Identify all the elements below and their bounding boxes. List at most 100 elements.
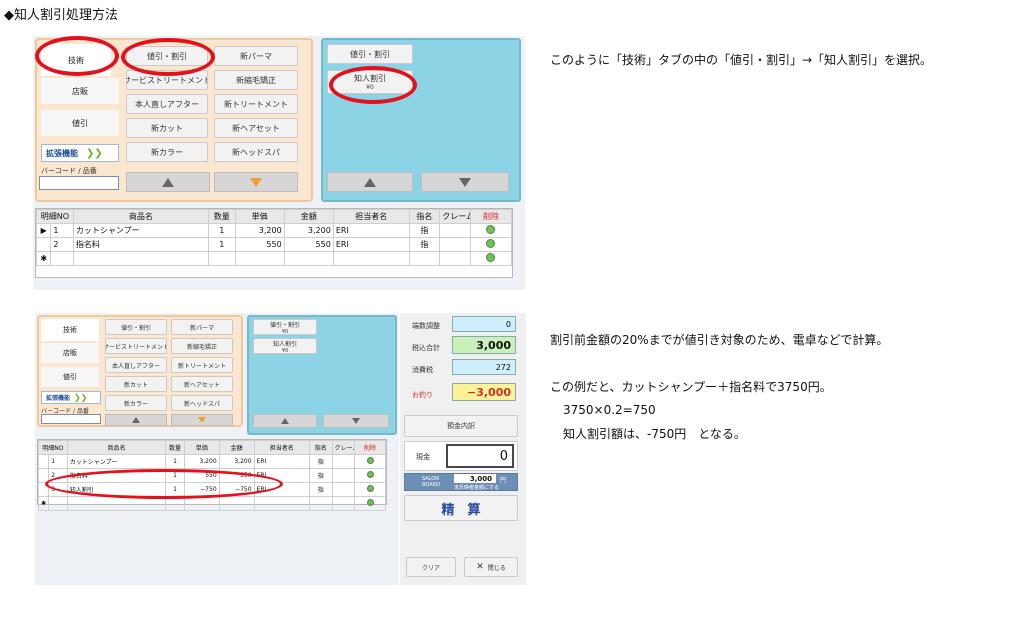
salon-board-unit: 円 xyxy=(500,477,507,484)
menu-button-straightening[interactable]: 新縮毛矯正 xyxy=(214,70,298,90)
delete-button[interactable] xyxy=(469,251,513,266)
tab-gijutsu[interactable]: 技術 xyxy=(41,319,99,341)
tab-tenpan[interactable]: 店販 xyxy=(41,78,119,104)
extension-button[interactable]: 拡張機能 ❯❯ xyxy=(41,391,101,404)
page-down-button[interactable] xyxy=(214,172,298,192)
close-button[interactable]: ✕ 閉じる xyxy=(464,557,518,577)
delete-button[interactable] xyxy=(469,223,513,238)
menu-button-new-color[interactable]: 新カラー xyxy=(105,395,167,411)
row-no xyxy=(48,496,68,511)
barcode-input[interactable] xyxy=(41,414,101,424)
instruction-text-2: 割引前金額の20%までが値引き対象のため、電卓などで計算。 xyxy=(550,333,889,347)
column-header: 削除 xyxy=(354,440,386,455)
clear-button[interactable]: クリア xyxy=(406,557,456,577)
submenu-down-button[interactable] xyxy=(323,414,389,428)
column-header: クレーム xyxy=(331,440,356,455)
menu-button-straightening[interactable]: 新縮毛矯正 xyxy=(171,338,233,354)
settle-button[interactable]: 精 算 xyxy=(404,495,518,521)
row-qty: 1 xyxy=(207,237,236,252)
close-icon: ✕ xyxy=(476,562,484,572)
menu-button-new-headspa[interactable]: 新ヘッドスパ xyxy=(214,142,298,162)
total-label: 税込合計 xyxy=(412,344,440,352)
row-qty: 1 xyxy=(165,454,185,469)
delete-button[interactable] xyxy=(354,496,386,511)
instruction-text-4: 3750×0.2=750 xyxy=(563,403,656,417)
delete-button[interactable] xyxy=(354,482,386,497)
column-header: 指名 xyxy=(408,209,441,224)
submenu-button-nebiki[interactable]: 値引・割引 ¥0 xyxy=(253,319,317,335)
table-row[interactable]: ✱ xyxy=(35,251,513,266)
adjust-field[interactable]: 0 xyxy=(452,316,516,332)
column-header: 明細NO xyxy=(38,440,68,455)
row-amount xyxy=(218,496,255,511)
table-row[interactable]: 1 カットシャンプー 1 3,200 3,200 ERI 指 xyxy=(37,454,386,469)
menu-button-new-hairset[interactable]: 新ヘアセット xyxy=(171,376,233,392)
row-marker xyxy=(37,454,50,469)
menu-button-service-treatment[interactable]: サービストリートメント xyxy=(105,338,167,354)
menu-button-new-cut[interactable]: 新カット xyxy=(126,118,208,138)
delete-button[interactable] xyxy=(469,237,513,252)
row-no: 1 xyxy=(48,454,68,469)
delete-button[interactable] xyxy=(354,454,386,469)
row-amount: 550 xyxy=(283,237,334,252)
change-label: お釣り xyxy=(412,391,433,399)
highlight-circle-nebiki xyxy=(121,38,215,76)
menu-button-new-perm[interactable]: 新パーマ xyxy=(214,46,298,66)
submenu-button-chijin[interactable]: 知人割引 ¥0 xyxy=(253,338,317,354)
delete-button[interactable] xyxy=(354,468,386,483)
extension-label: 拡張機能 xyxy=(46,148,78,158)
extension-button[interactable]: 拡張機能 ❯❯ xyxy=(41,144,119,162)
highlight-circle-chijin xyxy=(329,66,417,104)
column-header: 数量 xyxy=(207,209,236,224)
menu-button-redo-after[interactable]: 本人直しアフター xyxy=(105,357,167,373)
row-marker: ✱ xyxy=(35,251,52,266)
row-marker: ▶ xyxy=(35,223,52,238)
menu-button-new-headspa[interactable]: 新ヘッドスパ xyxy=(171,395,233,411)
delete-icon xyxy=(366,485,374,492)
tax-field: 272 xyxy=(452,359,516,375)
submenu-button-nebiki[interactable]: 値引・割引 xyxy=(327,44,413,64)
row-claim xyxy=(439,223,471,238)
tab-tenpan[interactable]: 店販 xyxy=(41,343,99,363)
menu-button-nebiki[interactable]: 値引・割引 xyxy=(105,319,167,335)
page-down-button[interactable] xyxy=(171,414,233,426)
total-field: 3,000 xyxy=(452,336,516,354)
menu-button-new-treatment[interactable]: 新トリートメント xyxy=(214,94,298,114)
column-header: 商品名 xyxy=(66,440,167,455)
row-name: カットシャンプー xyxy=(72,223,209,238)
row-marker xyxy=(35,237,52,252)
submenu-button-label: 知人割引 xyxy=(272,340,297,348)
instruction-text-5: 知人割引額は、-750円 となる。 xyxy=(563,427,746,441)
tab-nebiki[interactable]: 値引 xyxy=(41,110,119,136)
menu-button-new-color[interactable]: 新カラー xyxy=(126,142,208,162)
row-staff xyxy=(253,496,310,511)
delete-icon xyxy=(486,225,496,234)
row-staff: ERI xyxy=(253,454,310,469)
submenu-down-button[interactable] xyxy=(421,172,509,192)
salon-board-amount: 3,000 xyxy=(454,474,496,483)
menu-button-redo-after[interactable]: 本人直しアフター xyxy=(126,94,208,114)
column-header: 数量 xyxy=(165,440,185,455)
row-no: 1 xyxy=(50,223,74,238)
submenu-up-button[interactable] xyxy=(253,414,317,428)
menu-button-new-hairset[interactable]: 新ヘアセット xyxy=(214,118,298,138)
menu-button-new-perm[interactable]: 新パーマ xyxy=(171,319,233,335)
breakdown-button[interactable]: 預金内訳 xyxy=(404,415,518,437)
delete-icon xyxy=(486,239,496,248)
table-row[interactable]: ▶ 1 カットシャンプー 1 3,200 3,200 ERI 指 xyxy=(35,223,513,238)
table-row[interactable]: 2 指名料 1 550 550 ERI 指 xyxy=(35,237,513,252)
extension-label: 拡張機能 xyxy=(46,395,71,402)
page-up-button[interactable] xyxy=(126,172,210,192)
arrow-up-icon xyxy=(364,177,376,187)
column-header: 商品名 xyxy=(72,209,209,224)
row-qty xyxy=(207,251,236,266)
menu-button-new-treatment[interactable]: 新トリートメント xyxy=(171,357,233,373)
table-row[interactable]: ✱ xyxy=(37,496,386,511)
barcode-input[interactable] xyxy=(39,176,119,190)
page-up-button[interactable] xyxy=(105,414,167,426)
tab-nebiki[interactable]: 値引 xyxy=(41,367,99,387)
row-no: 2 xyxy=(50,237,74,252)
menu-button-new-cut[interactable]: 新カット xyxy=(105,376,167,392)
cash-field[interactable]: 0 xyxy=(446,444,514,468)
submenu-up-button[interactable] xyxy=(327,172,413,192)
